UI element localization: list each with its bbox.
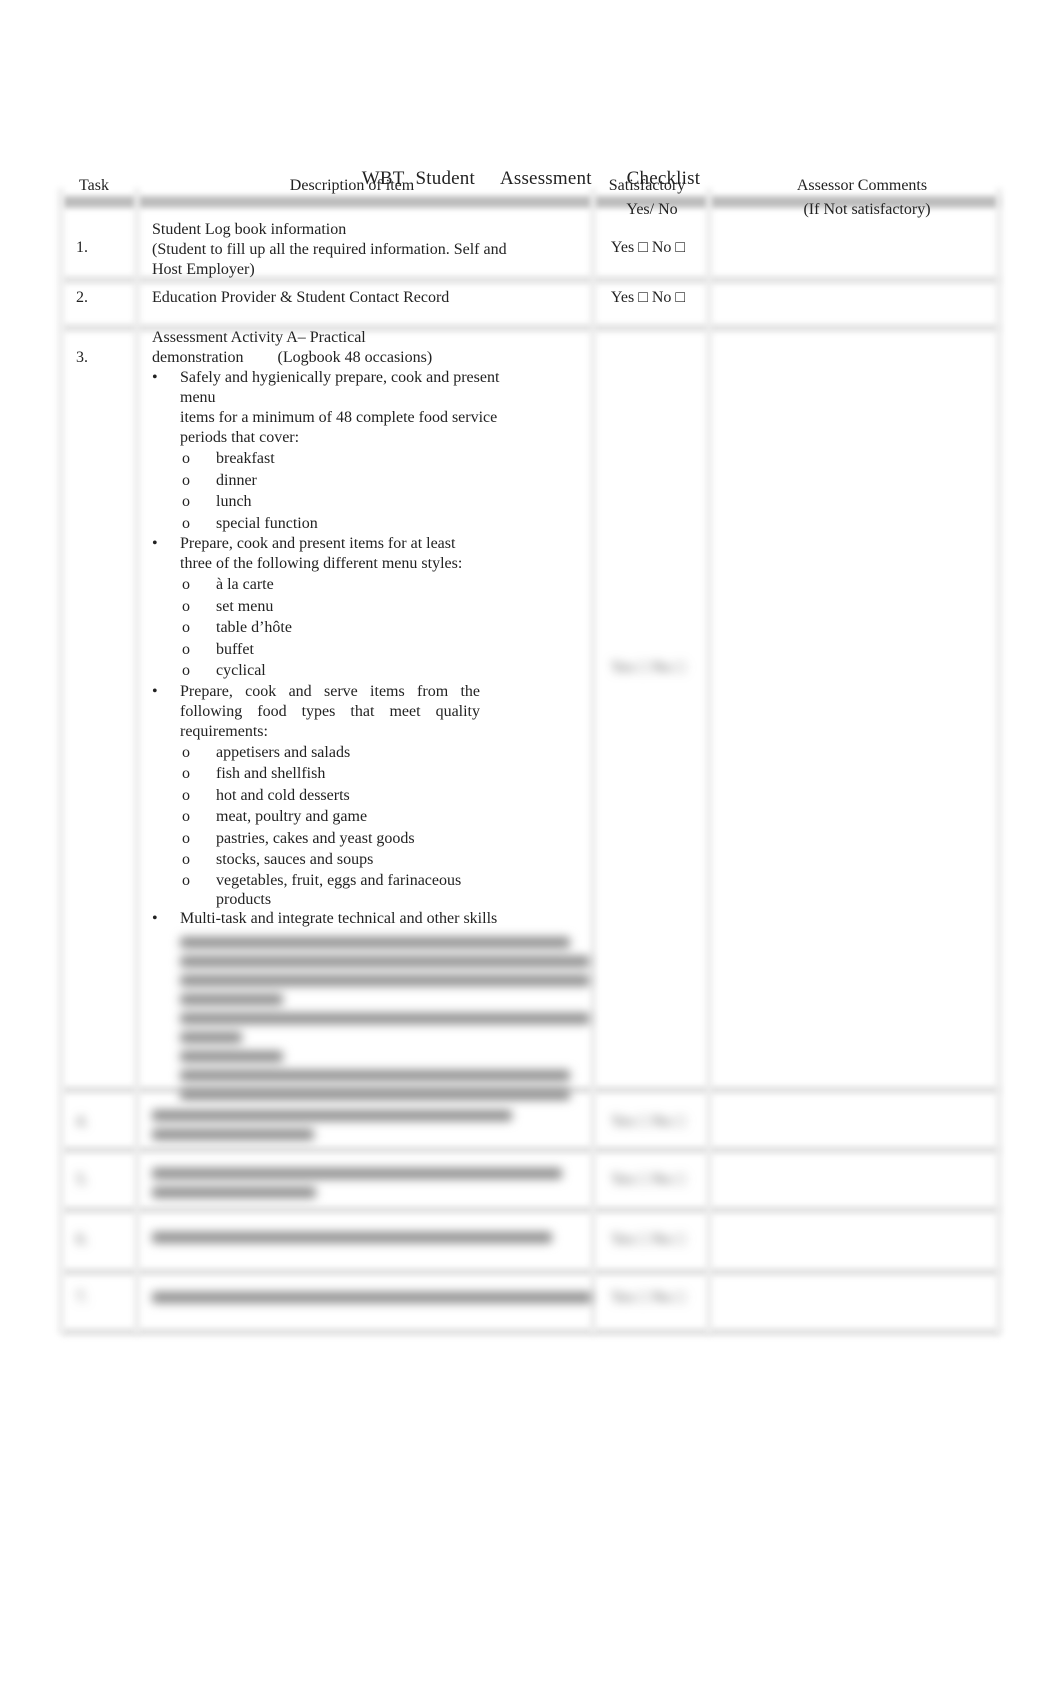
sub-item: o buffet xyxy=(182,640,254,658)
bullet-multi-task: Multi-task and integrate technical and o… xyxy=(152,909,592,929)
row-3-task: 3. xyxy=(76,349,88,366)
sub-item: o lunch xyxy=(182,493,252,510)
row-4-task: 4. xyxy=(76,1113,88,1130)
row-6-satisfactory-checkbox[interactable]: Yes □ No □ xyxy=(604,1230,692,1250)
column-divider xyxy=(996,188,1002,1334)
sub-item: o appetisers and salads xyxy=(182,743,351,761)
row-divider xyxy=(62,1328,1000,1336)
row-1-satisfactory-checkbox[interactable]: Yes □ No □ xyxy=(604,238,692,258)
row-5-task: 5. xyxy=(76,1171,88,1188)
header-task: Task xyxy=(79,177,109,194)
header-satisfactory: Satisfactory xyxy=(608,177,686,194)
row-2-description: Education Provider & Student Contact Rec… xyxy=(152,289,450,306)
sub-item: o vegetables, fruit, eggs and farinaceous… xyxy=(182,871,462,908)
sub-item: o pastries, cakes and yeast goods xyxy=(182,829,415,847)
row-3-satisfactory-checkbox[interactable]: Yes □ No □ xyxy=(604,658,692,678)
header-description: Description of item xyxy=(289,177,415,194)
sub-item: o fish and shellfish xyxy=(182,765,326,782)
sub-item: o hot and cold desserts xyxy=(182,786,350,804)
row-7-description xyxy=(152,1284,592,1311)
sub-item: o set menu xyxy=(182,597,274,615)
row-7-satisfactory-checkbox[interactable]: Yes □ No □ xyxy=(604,1288,692,1308)
header-comments-sub: (If Not satisfactory) xyxy=(803,201,931,218)
row-divider xyxy=(62,1268,1000,1276)
row-4-satisfactory-checkbox[interactable]: Yes □ No □ xyxy=(604,1112,692,1132)
column-divider xyxy=(706,188,712,1334)
sub-item: o table d’hôte xyxy=(182,619,292,636)
row-2-task: 2. xyxy=(76,289,88,306)
bullet-menu-styles: Prepare, cook and present items for at l… xyxy=(152,534,490,574)
row-4-description xyxy=(152,1102,512,1148)
row-5-satisfactory-checkbox[interactable]: Yes □ No □ xyxy=(604,1170,692,1190)
row-6-description xyxy=(152,1224,552,1251)
row-1-task: 1. xyxy=(76,239,88,256)
row-divider xyxy=(62,1206,1000,1214)
column-divider xyxy=(58,188,64,1334)
row-6-task: 6. xyxy=(76,1231,88,1248)
sub-item: o cyclical xyxy=(182,662,266,679)
sub-item: o meat, poultry and game xyxy=(182,808,368,825)
sub-item: o breakfast xyxy=(182,450,275,467)
assessment-checklist-table: Task Description of item Satisfactory Ye… xyxy=(58,177,1002,1428)
bullet-food-service-periods: Safely and hygienically prepare, cook an… xyxy=(152,368,520,448)
row-5-description xyxy=(152,1160,562,1206)
row-3-description: Assessment Activity A– Practical demonst… xyxy=(152,328,592,1108)
blurred-content xyxy=(152,936,590,1100)
sub-item: o stocks, sauces and soups xyxy=(182,851,374,868)
header-satisfactory-sub: Yes/ No xyxy=(626,201,678,218)
sub-item: oà la carte xyxy=(182,576,274,593)
sub-item: o dinner xyxy=(182,471,257,489)
sub-item: o special function xyxy=(182,514,318,532)
bullet-food-types: Prepare, cook and serve items from the f… xyxy=(152,682,480,742)
row-1-description: Student Log book information (Student to… xyxy=(152,221,507,278)
row-7-task: 7. xyxy=(76,1289,88,1306)
header-comments: Assessor Comments xyxy=(796,177,928,194)
document-page: WBT Student Assessment Checklist Task De… xyxy=(0,0,1062,1691)
row-2-satisfactory-checkbox[interactable]: Yes □ No □ xyxy=(604,288,692,308)
column-divider xyxy=(134,188,140,1334)
